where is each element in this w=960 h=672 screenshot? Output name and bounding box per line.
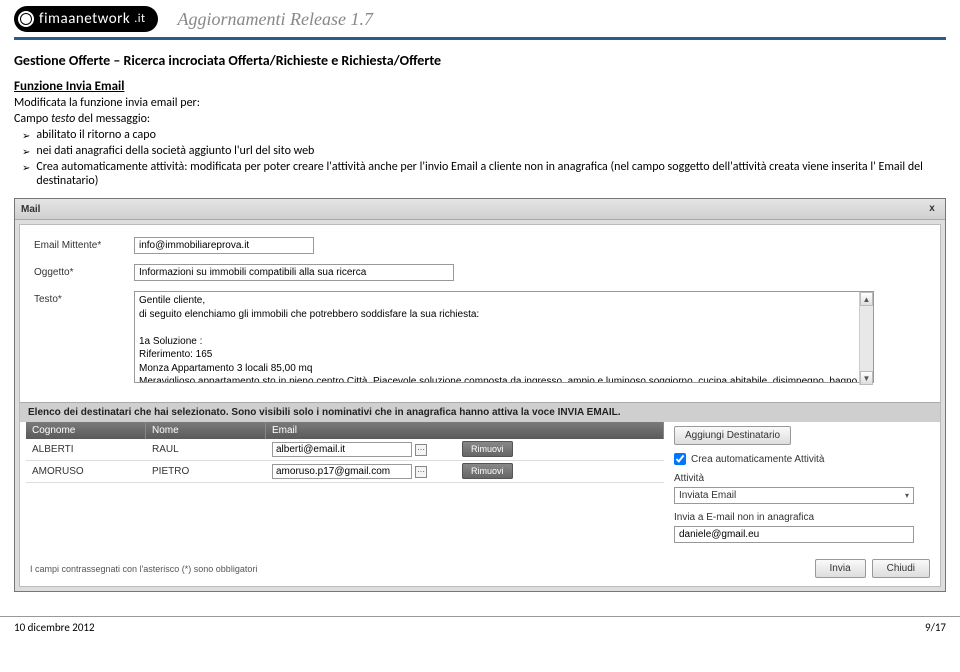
extra-email-input[interactable]	[674, 526, 914, 543]
mail-dialog: Mail x Email Mittente* Oggetto* Testo*	[14, 198, 946, 592]
label-testo: Testo*	[34, 291, 134, 305]
cell-nome: PIETRO	[146, 463, 266, 480]
chiudi-button[interactable]: Chiudi	[872, 559, 930, 578]
header-divider	[14, 37, 946, 40]
required-note: I campi contrassegnati con l'asterisco (…	[30, 564, 257, 574]
rimuovi-button[interactable]: Rimuovi	[462, 441, 513, 457]
row-email-input[interactable]	[272, 464, 412, 479]
table-row: ALBERTI RAUL ⋯ Rimuovi	[26, 439, 664, 461]
invia-button[interactable]: Invia	[815, 559, 866, 578]
label-oggetto: Oggetto*	[34, 264, 134, 278]
footer-page-number: 9/17	[925, 621, 946, 634]
scroll-down-icon[interactable]: ▼	[860, 371, 873, 385]
label-mittente: Email Mittente*	[34, 237, 134, 251]
col-header-nome: Nome	[146, 422, 266, 439]
footer-date: 10 dicembre 2012	[14, 621, 95, 634]
dialog-title: Mail	[21, 204, 40, 215]
chevron-down-icon: ▾	[905, 491, 909, 500]
col-header-cognome: Cognome	[26, 422, 146, 439]
side-panel: Aggiungi Destinatario Crea automaticamen…	[674, 422, 934, 543]
bullet-list: abilitato il ritorno a capo nei dati ana…	[22, 128, 946, 188]
rimuovi-button[interactable]: Rimuovi	[462, 463, 513, 479]
cell-cognome: AMORUSO	[26, 463, 146, 480]
scroll-up-icon[interactable]: ▲	[860, 292, 873, 306]
logo-sub: network	[76, 10, 130, 28]
table-row: AMORUSO PIETRO ⋯ Rimuovi	[26, 461, 664, 483]
release-title: Aggiornamenti Release 1.7	[178, 9, 373, 30]
cell-nome: RAUL	[146, 441, 266, 458]
page-footer: 10 dicembre 2012 9/17	[0, 616, 960, 644]
logo-tld: .it	[134, 12, 145, 26]
lookup-icon[interactable]: ⋯	[415, 466, 427, 478]
aggiungi-destinatario-button[interactable]: Aggiungi Destinatario	[674, 426, 791, 445]
email-mittente-input[interactable]	[134, 237, 314, 254]
site-logo: fimaanetwork .it	[14, 6, 158, 32]
oggetto-input[interactable]	[134, 264, 454, 281]
extra-email-label: Invia a E-mail non in anagrafica	[674, 512, 934, 523]
mail-form: Email Mittente* Oggetto* Testo* ▲ ▼	[20, 225, 940, 402]
crea-attivita-label: Crea automaticamente Attività	[691, 454, 824, 465]
dialog-footer: I campi contrassegnati con l'asterisco (…	[20, 553, 940, 586]
lookup-icon[interactable]: ⋯	[415, 444, 427, 456]
destinatari-table: Cognome Nome Email ALBERTI RAUL ⋯ Rimuov…	[26, 422, 664, 543]
close-icon[interactable]: x	[925, 202, 939, 216]
dialog-titlebar: Mail x	[15, 199, 945, 220]
cell-email: ⋯	[266, 439, 456, 460]
list-item: nei dati anagrafici della società aggiun…	[22, 144, 946, 158]
document-body: Gestione Offerte – Ricerca incrociata Of…	[0, 52, 960, 592]
logo-main: fimaa	[39, 10, 76, 28]
page-header: fimaanetwork .it Aggiornamenti Release 1.…	[0, 0, 960, 35]
list-item: Crea automaticamente attività: modificat…	[22, 160, 946, 188]
destinatari-note: Elenco dei destinatari che hai seleziona…	[20, 402, 940, 422]
page-title: Gestione Offerte – Ricerca incrociata Of…	[14, 52, 946, 69]
list-item: abilitato il ritorno a capo	[22, 128, 946, 142]
crea-attivita-checkbox[interactable]	[674, 453, 686, 465]
intro-line-2: Campo testo del messaggio:	[14, 112, 946, 126]
section-heading: Funzione Invia Email	[14, 79, 946, 94]
row-email-input[interactable]	[272, 442, 412, 457]
attivita-select[interactable]: Inviata Email ▾	[674, 487, 914, 504]
intro-line-1: Modificata la funzione invia email per:	[14, 96, 946, 110]
attivita-label: Attività	[674, 473, 934, 484]
textarea-scrollbar[interactable]: ▲ ▼	[859, 292, 873, 385]
col-header-email: Email	[266, 422, 664, 439]
testo-textarea[interactable]	[134, 291, 874, 383]
cell-email: ⋯	[266, 461, 456, 482]
cell-cognome: ALBERTI	[26, 441, 146, 458]
